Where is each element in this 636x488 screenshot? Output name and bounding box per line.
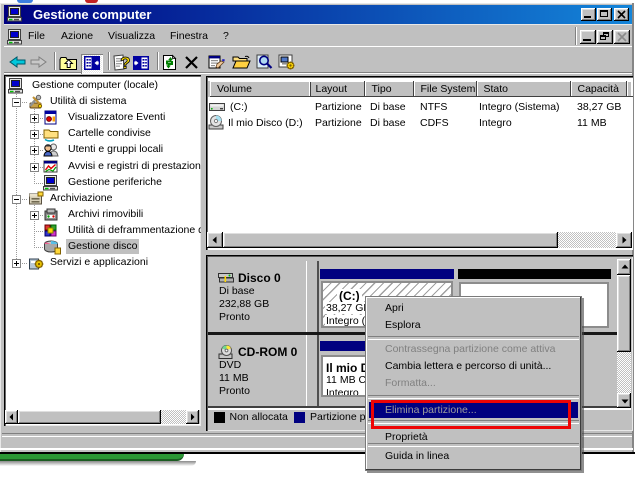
svg-text:?: ? xyxy=(120,54,130,71)
